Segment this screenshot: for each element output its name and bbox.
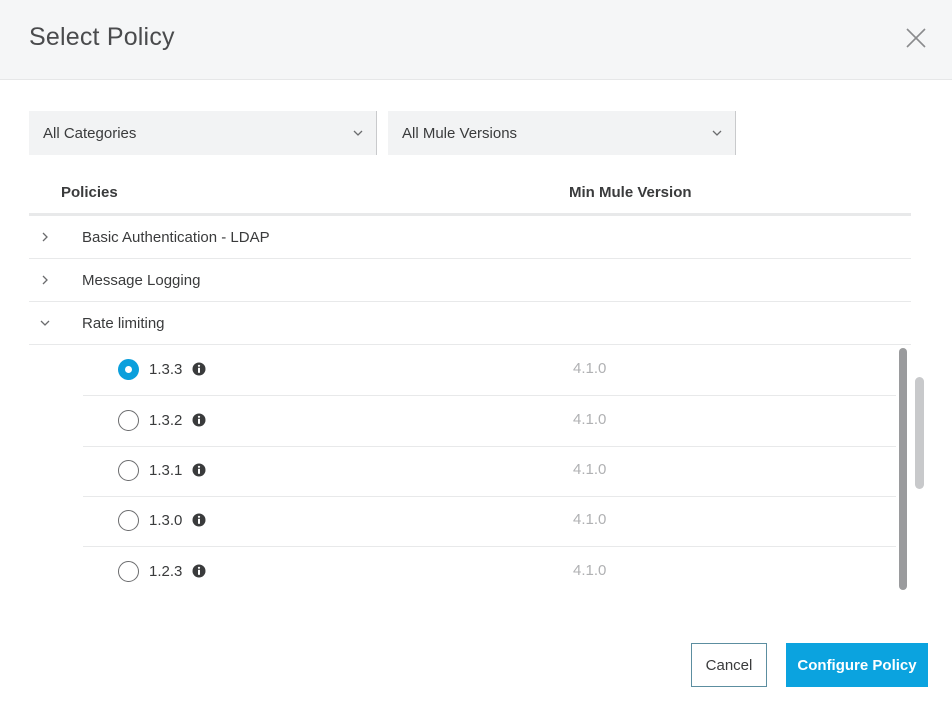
policy-group-message-logging[interactable]: Message Logging	[29, 259, 911, 302]
column-header-policies: Policies	[61, 184, 118, 201]
info-icon[interactable]	[192, 463, 206, 477]
dialog-header: Select Policy	[0, 0, 952, 80]
min-mule-version-value: 4.1.0	[573, 411, 607, 428]
version-label: 1.2.3	[149, 563, 183, 580]
version-radio[interactable]	[118, 561, 139, 582]
column-header-min-mule-version: Min Mule Version	[569, 184, 692, 201]
cancel-button[interactable]: Cancel	[691, 643, 767, 687]
version-label: 1.3.3	[149, 361, 183, 378]
category-select-value: All Categories	[43, 125, 137, 142]
version-radio[interactable]	[118, 460, 139, 481]
mule-version-select[interactable]: All Mule Versions	[388, 111, 736, 155]
min-mule-version-value: 4.1.0	[573, 562, 607, 579]
version-radio[interactable]	[118, 510, 139, 531]
version-row[interactable]: 1.3.3 4.1.0	[83, 345, 896, 396]
chevron-right-icon	[42, 275, 48, 285]
chevron-down-icon	[40, 320, 50, 326]
min-mule-version-value: 4.1.0	[573, 511, 607, 528]
info-icon[interactable]	[192, 362, 206, 376]
version-radio-selected[interactable]	[118, 359, 139, 380]
policy-group-rate-limiting[interactable]: Rate limiting	[29, 302, 911, 345]
dialog-title: Select Policy	[29, 23, 175, 51]
version-label: 1.3.1	[149, 462, 183, 479]
category-select[interactable]: All Categories	[29, 111, 377, 155]
version-label: 1.3.0	[149, 512, 183, 529]
list-scrollbar[interactable]	[915, 377, 924, 489]
policy-group-label: Rate limiting	[82, 315, 165, 332]
policy-group-label: Basic Authentication - LDAP	[82, 229, 270, 246]
info-icon[interactable]	[192, 413, 206, 427]
chevron-down-icon	[712, 130, 722, 136]
info-icon[interactable]	[192, 513, 206, 527]
policy-group-basic-auth-ldap[interactable]: Basic Authentication - LDAP	[29, 216, 911, 259]
version-label: 1.3.2	[149, 412, 183, 429]
version-row[interactable]: 1.2.3 4.1.0	[83, 547, 896, 590]
close-icon[interactable]	[902, 24, 930, 52]
version-row[interactable]: 1.3.2 4.1.0	[83, 396, 896, 447]
min-mule-version-value: 4.1.0	[573, 461, 607, 478]
version-row[interactable]: 1.3.0 4.1.0	[83, 496, 896, 547]
chevron-down-icon	[353, 130, 363, 136]
versions-scrollbar[interactable]	[899, 348, 907, 590]
version-row[interactable]: 1.3.1 4.1.0	[83, 446, 896, 497]
version-radio[interactable]	[118, 410, 139, 431]
policy-group-label: Message Logging	[82, 272, 201, 289]
mule-version-select-value: All Mule Versions	[402, 125, 518, 142]
configure-policy-button[interactable]: Configure Policy	[786, 643, 928, 687]
chevron-right-icon	[42, 232, 48, 242]
min-mule-version-value: 4.1.0	[573, 360, 607, 377]
info-icon[interactable]	[192, 564, 206, 578]
